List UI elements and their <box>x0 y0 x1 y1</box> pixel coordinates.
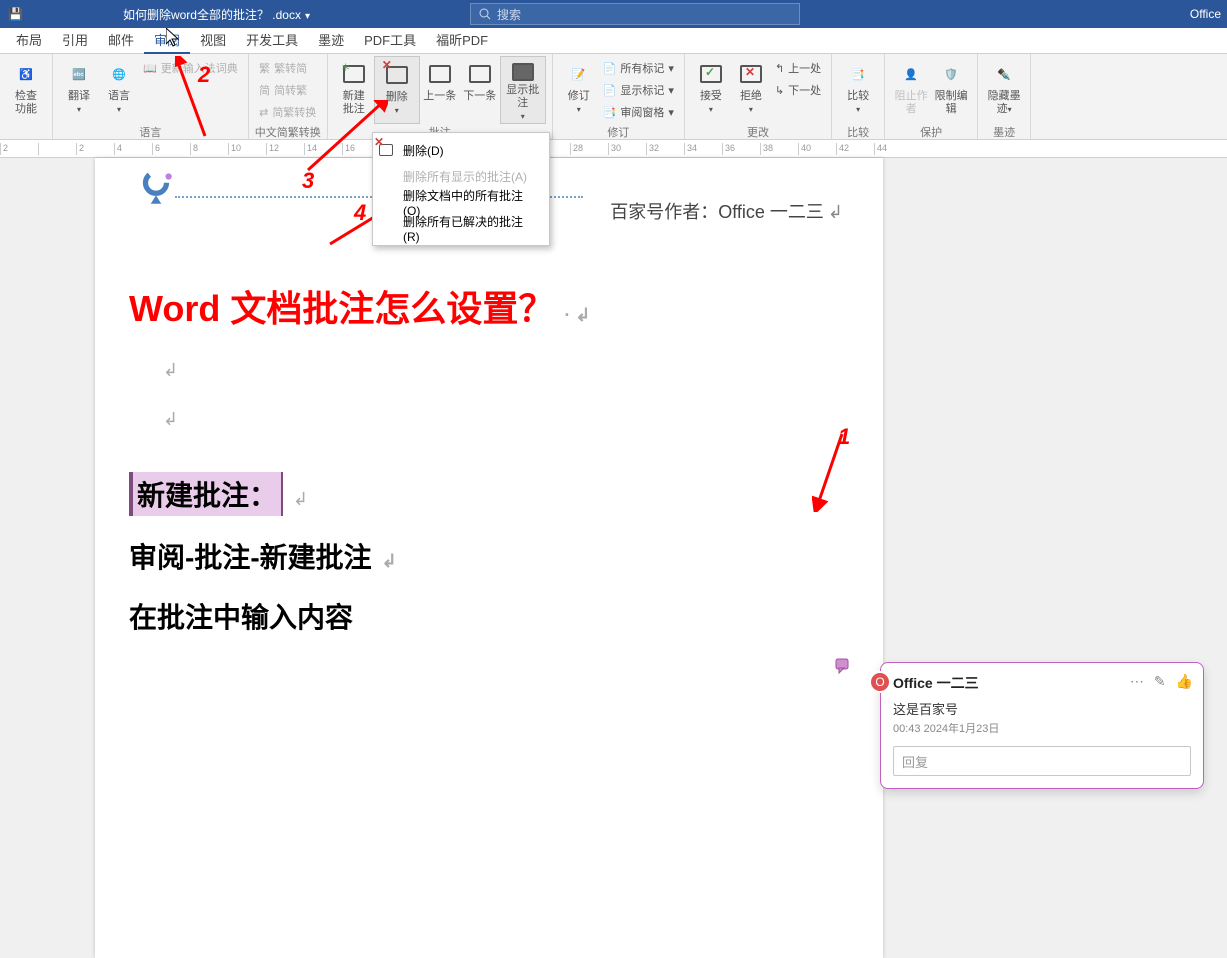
reviewing-pane-button[interactable]: 📑 审阅窗格 ▾ <box>603 102 674 122</box>
more-icon[interactable]: ⋯ <box>1130 673 1144 690</box>
doc-heading: Word 文档批注怎么设置？· ↲ <box>129 280 849 332</box>
para-mark: ↲ <box>163 360 849 381</box>
byline: 百家号作者：Office 一二三↲ <box>610 198 843 224</box>
delete-dropdown: 删除(D) 删除所有显示的批注(A) 删除文档中的所有批注(O) 删除所有已解决… <box>372 132 550 246</box>
update-ime-dict: 📖更新输入法词典 <box>143 58 238 78</box>
title-bar: 💾 如何删除word全部的批注？ .docx▾ 搜索 Office <box>0 0 1227 28</box>
tab-references[interactable]: 引用 <box>52 28 98 54</box>
document-page[interactable]: 百家号作者：Office 一二三↲ Word 文档批注怎么设置？· ↲ ↲ ↲ … <box>95 158 883 958</box>
simp-trad-convert: ⇄ 简繁转换 <box>259 102 316 122</box>
delete-resolved-comments[interactable]: 删除所有已解决的批注(R) <box>373 215 549 241</box>
comment-timestamp: 00:43 2024年1月23日 <box>893 720 1191 736</box>
new-comment-button[interactable]: 新建批注 <box>334 56 374 124</box>
reply-input[interactable]: 回复 <box>893 746 1191 776</box>
ruler[interactable]: 2246810121416182022242628303234363840424… <box>0 140 1227 158</box>
tab-pdf[interactable]: PDF工具 <box>354 28 426 54</box>
group-protect-label: 保护 <box>920 124 942 140</box>
group-convert-label: 中文简繁转换 <box>255 124 321 140</box>
tab-view[interactable]: 视图 <box>190 28 236 54</box>
show-comments-button[interactable]: 显示批注▾ <box>500 56 546 124</box>
logo-icon <box>135 166 177 208</box>
reject-button[interactable]: 拒绝▾ <box>731 56 771 124</box>
group-compare-label: 比较 <box>847 124 869 140</box>
thumbs-up-icon[interactable]: 👍 <box>1176 673 1193 690</box>
edit-icon[interactable]: ✎ <box>1154 673 1166 690</box>
comment-balloon[interactable]: O Office 一二三 ⋯ ✎ 👍 这是百家号 00:43 2024年1月23… <box>880 662 1204 789</box>
translate-button[interactable]: 🔤翻译▾ <box>59 56 99 124</box>
search-box[interactable]: 搜索 <box>470 3 800 25</box>
next-comment-button[interactable]: 下一条 <box>460 56 500 124</box>
annotation-2: 2 <box>198 62 210 88</box>
delete-shown-comments: 删除所有显示的批注(A) <box>373 163 549 189</box>
comment-author: Office 一二三 <box>893 673 979 693</box>
language-button[interactable]: 🌐语言▾ <box>99 56 139 124</box>
highlighted-text[interactable]: 新建批注： <box>129 472 283 516</box>
block-authors-button: 👤阻止作者 <box>891 56 931 124</box>
chevron-down-icon[interactable]: ▾ <box>305 11 310 22</box>
document-title[interactable]: 如何删除word全部的批注？ .docx▾ <box>123 6 310 23</box>
tab-devtools[interactable]: 开发工具 <box>236 28 308 54</box>
search-icon <box>479 8 491 20</box>
autosave-icon: 💾 <box>8 7 23 21</box>
avatar: O <box>869 671 891 693</box>
group-language-label: 语言 <box>139 124 161 140</box>
accessibility-check-button[interactable]: ♿检查功能 <box>6 56 46 124</box>
brand-label: Office <box>1190 7 1221 21</box>
hide-ink-button[interactable]: ✒️隐藏墨迹▾ <box>984 56 1024 124</box>
ribbon-tabs: 布局 引用 邮件 审阅 视图 开发工具 墨迹 PDF工具 福昕PDF <box>0 28 1227 54</box>
compare-button[interactable]: 📑比较▾ <box>838 56 878 124</box>
para-mark: ↲ <box>163 409 849 430</box>
ribbon: ♿检查功能 🔤翻译▾ 🌐语言▾ 📖更新输入法词典 语言 繁 繁转简 简 简转繁 … <box>0 54 1227 140</box>
tab-layout[interactable]: 布局 <box>6 28 52 54</box>
cursor-icon <box>166 28 182 48</box>
group-changes-label: 更改 <box>747 124 769 140</box>
annotation-4: 4 <box>354 200 366 226</box>
next-change-button[interactable]: ↳ 下一处 <box>775 80 821 100</box>
delete-this-comment[interactable]: 删除(D) <box>373 137 549 163</box>
delete-all-comments[interactable]: 删除文档中的所有批注(O) <box>373 189 549 215</box>
annotation-1: 1 <box>838 424 850 450</box>
tab-ink[interactable]: 墨迹 <box>308 28 354 54</box>
track-changes-button[interactable]: 📝修订▾ <box>559 56 599 124</box>
trad-to-simp: 繁 繁转简 <box>259 58 316 78</box>
prev-change-button[interactable]: ↰ 上一处 <box>775 58 821 78</box>
annotation-3: 3 <box>302 168 314 194</box>
body-line: 审阅-批注-新建批注↲ <box>129 536 849 576</box>
tab-foxit[interactable]: 福昕PDF <box>426 28 498 54</box>
tab-mail[interactable]: 邮件 <box>98 28 144 54</box>
markup-mode-select[interactable]: 📄 所有标记 ▾ <box>603 58 674 78</box>
simp-to-trad: 简 简转繁 <box>259 80 316 100</box>
group-tracking-label: 修订 <box>607 124 629 140</box>
prev-comment-button[interactable]: 上一条 <box>420 56 460 124</box>
comment-body: 这是百家号 <box>893 699 1191 718</box>
body-line: 在批注中输入内容 <box>129 596 849 636</box>
restrict-editing-button[interactable]: 🛡️限制编辑 <box>931 56 971 124</box>
delete-comment-button[interactable]: 删除▾ <box>374 56 420 124</box>
comment-marker-icon[interactable] <box>835 658 851 674</box>
show-markup-button[interactable]: 📄 显示标记 ▾ <box>603 80 674 100</box>
workspace: 百家号作者：Office 一二三↲ Word 文档批注怎么设置？· ↲ ↲ ↲ … <box>0 158 1227 669</box>
group-ink-label: 墨迹 <box>993 124 1015 140</box>
accept-button[interactable]: 接受▾ <box>691 56 731 124</box>
